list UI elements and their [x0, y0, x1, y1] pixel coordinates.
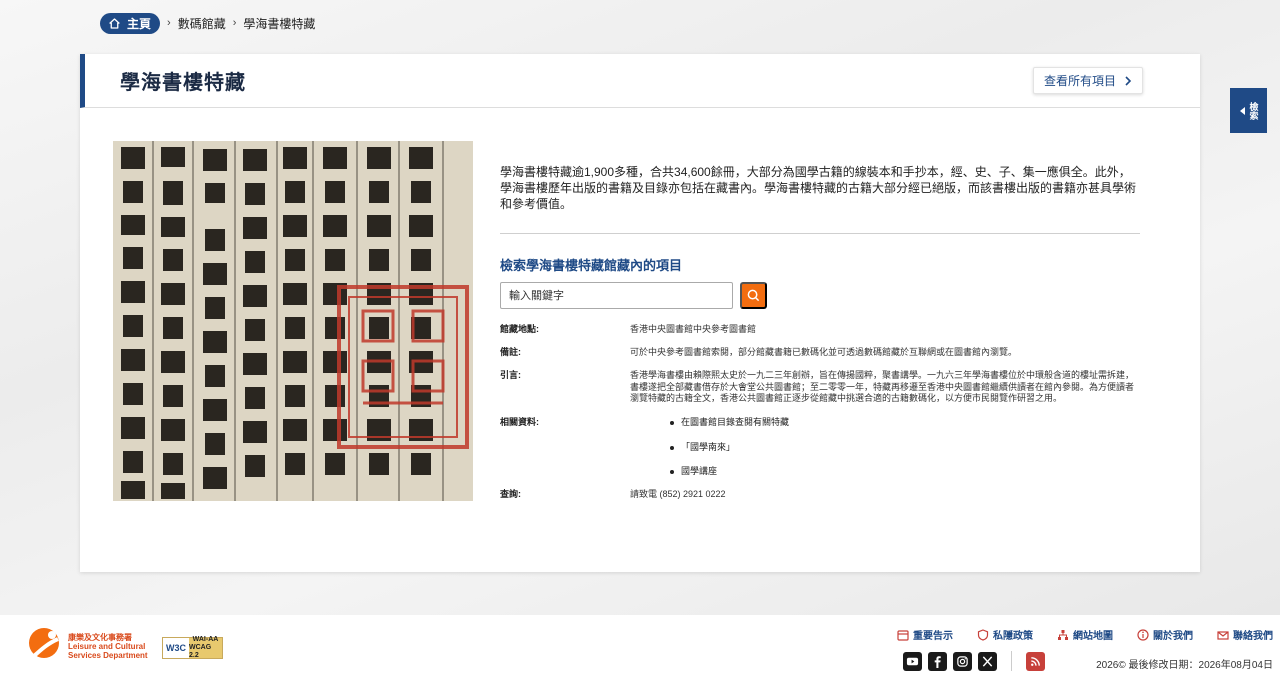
footer-link-contact-label: 聯絡我們 [1233, 631, 1273, 642]
wcag-level-2: WCAG 2.2 [189, 644, 212, 659]
breadcrumb-current: 學海書樓特藏 [243, 16, 316, 31]
lcsd-logo[interactable]: 康樂及文化事務署 Leisure and Cultural Services D… [22, 625, 148, 667]
wcag-level: WAI-AA WCAG 2.2 [189, 636, 222, 659]
enquiry-label: 查詢: [500, 489, 521, 499]
x-twitter-icon [982, 655, 993, 667]
shield-icon [977, 628, 989, 641]
youtube-icon [906, 657, 919, 665]
footer-link-privacy[interactable]: 私隱政策 [977, 627, 1033, 642]
search-button[interactable] [740, 282, 767, 309]
keyword-search-input[interactable] [500, 282, 733, 309]
footer-link-sitemap[interactable]: 網站地圖 [1057, 627, 1113, 642]
copyright-last-modified: 2026© 最後修改日期：2026年08月04日 [1096, 660, 1273, 671]
breadcrumb-home-label: 主頁 [127, 16, 152, 31]
chevron-right-icon: › [167, 17, 171, 29]
home-icon [109, 17, 120, 29]
info-row-remarks: 備註: 可於中央參考圖書館索閱，部分館藏書籍已數碼化並可透過數碼館藏於互聯網或在… [500, 347, 1140, 359]
side-search-tab-label: 檢索 [1248, 101, 1259, 120]
sitemap-icon [1058, 629, 1068, 640]
lcsd-name-en-1: Leisure and Cultural [68, 641, 146, 651]
remarks-value: 可於中央參考圖書館索閱，部分館藏書籍已數碼化並可透過數碼館藏於互聯網或在圖書館內… [630, 347, 1018, 357]
footer-link-privacy-label: 私隱政策 [993, 631, 1033, 642]
view-all-label: 查看所有項目 [1043, 74, 1116, 88]
wcag-badge[interactable]: W3C WAI-AA WCAG 2.2 [162, 636, 223, 659]
envelope-icon [1217, 630, 1229, 640]
footer-links: 重要告示 私隱政策 網站地圖 關於我們 聯絡我們 [897, 627, 1273, 642]
facebook-link[interactable] [928, 651, 947, 671]
card-header: 學海書樓特藏 查看所有項目 [80, 54, 1200, 108]
search-icon [747, 289, 760, 302]
page-title: 學海書樓特藏 [120, 72, 246, 94]
wcag-level-1: WAI-AA [192, 636, 219, 643]
lcsd-emblem-icon [24, 628, 59, 665]
introduction-value: 香港學海書樓由賴際熙太史於一九二三年創辦，旨在傳揚國粹，聚書講學。一九六三年學海… [630, 370, 1135, 403]
enquiry-value: 請致電 (852) 2921 0222 [630, 489, 726, 499]
footer-link-about-label: 關於我們 [1153, 631, 1193, 642]
rss-icon [1031, 656, 1040, 666]
book-page-image [113, 141, 473, 501]
breadcrumb-digital-collections[interactable]: 數碼館藏 [178, 15, 226, 32]
rss-link[interactable] [1026, 651, 1045, 671]
facebook-icon [934, 655, 941, 668]
w3c-label: W3C [163, 638, 189, 658]
info-row-introduction: 引言: 香港學海書樓由賴際熙太史於一九二三年創辦，旨在傳揚國粹，聚書講學。一九六… [500, 370, 1140, 405]
introduction-label: 引言: [500, 370, 521, 380]
related-label: 相關資料: [500, 417, 539, 427]
chevron-right-icon [1125, 75, 1132, 86]
info-icon [1137, 628, 1149, 641]
lcsd-name-zh: 康樂及文化事務署 [68, 632, 132, 642]
instagram-icon [957, 655, 968, 667]
info-row-location: 館藏地點: 香港中央圖書館中央參考圖書館 [500, 324, 1140, 336]
x-twitter-link[interactable] [978, 651, 997, 671]
footer-link-about[interactable]: 關於我們 [1137, 627, 1193, 642]
lcsd-name: 康樂及文化事務署 Leisure and Cultural Services D… [68, 633, 148, 660]
collection-description: 學海書樓特藏逾1,900多種，合共34,600餘冊，大部分為國學古籍的線裝本和手… [500, 165, 1137, 211]
triangle-left-icon [1239, 106, 1245, 115]
breadcrumb-home-link[interactable]: 主頁 [100, 12, 161, 34]
collection-card: 學海書樓特藏 查看所有項目 學海書樓特藏逾1,900多種，合共34,600餘冊，… [80, 54, 1200, 572]
related-link-guoxue-lectures[interactable]: 國學講座 [670, 466, 1140, 491]
breadcrumb: 主頁 › 數碼館藏 › 學海書樓特藏 [100, 12, 315, 34]
footer-link-sitemap-label: 網站地圖 [1073, 631, 1113, 642]
view-all-button[interactable]: 查看所有項目 [1032, 67, 1143, 94]
related-link-catalogue[interactable]: 在圖書館目錄查閱有關特藏 [670, 417, 1140, 442]
remarks-label: 備註: [500, 347, 521, 357]
related-links-list: 在圖書館目錄查閱有關特藏 「國學南來」 國學講座 [630, 417, 1140, 491]
instagram-link[interactable] [953, 651, 972, 671]
footer: 康樂及文化事務署 Leisure and Cultural Services D… [0, 615, 1280, 682]
calendar-icon [897, 629, 909, 641]
lcsd-name-en-2: Services Department [68, 650, 148, 660]
side-search-tab[interactable]: 檢索 [1230, 88, 1267, 133]
footer-link-notices[interactable]: 重要告示 [897, 627, 953, 642]
location-label: 館藏地點: [500, 324, 539, 334]
book-page-illustration [113, 141, 473, 501]
footer-link-notices-label: 重要告示 [913, 631, 953, 642]
info-row-related: 相關資料: 在圖書館目錄查閱有關特藏 「國學南來」 國學講座 [500, 417, 1140, 491]
location-value: 香港中央圖書館中央參考圖書館 [630, 324, 757, 334]
section-divider [500, 233, 1140, 234]
chevron-right-icon: › [232, 17, 237, 29]
footer-link-contact[interactable]: 聯絡我們 [1217, 627, 1273, 642]
info-row-enquiry: 查詢: 請致電 (852) 2921 0222 [500, 489, 1140, 501]
youtube-link[interactable] [903, 651, 922, 671]
search-section-title: 檢索學海書樓特藏館藏內的項目 [500, 258, 683, 273]
related-link-guoxue-nanlai[interactable]: 「國學南來」 [670, 442, 1140, 467]
social-divider [1011, 651, 1012, 671]
social-links [903, 651, 1045, 671]
